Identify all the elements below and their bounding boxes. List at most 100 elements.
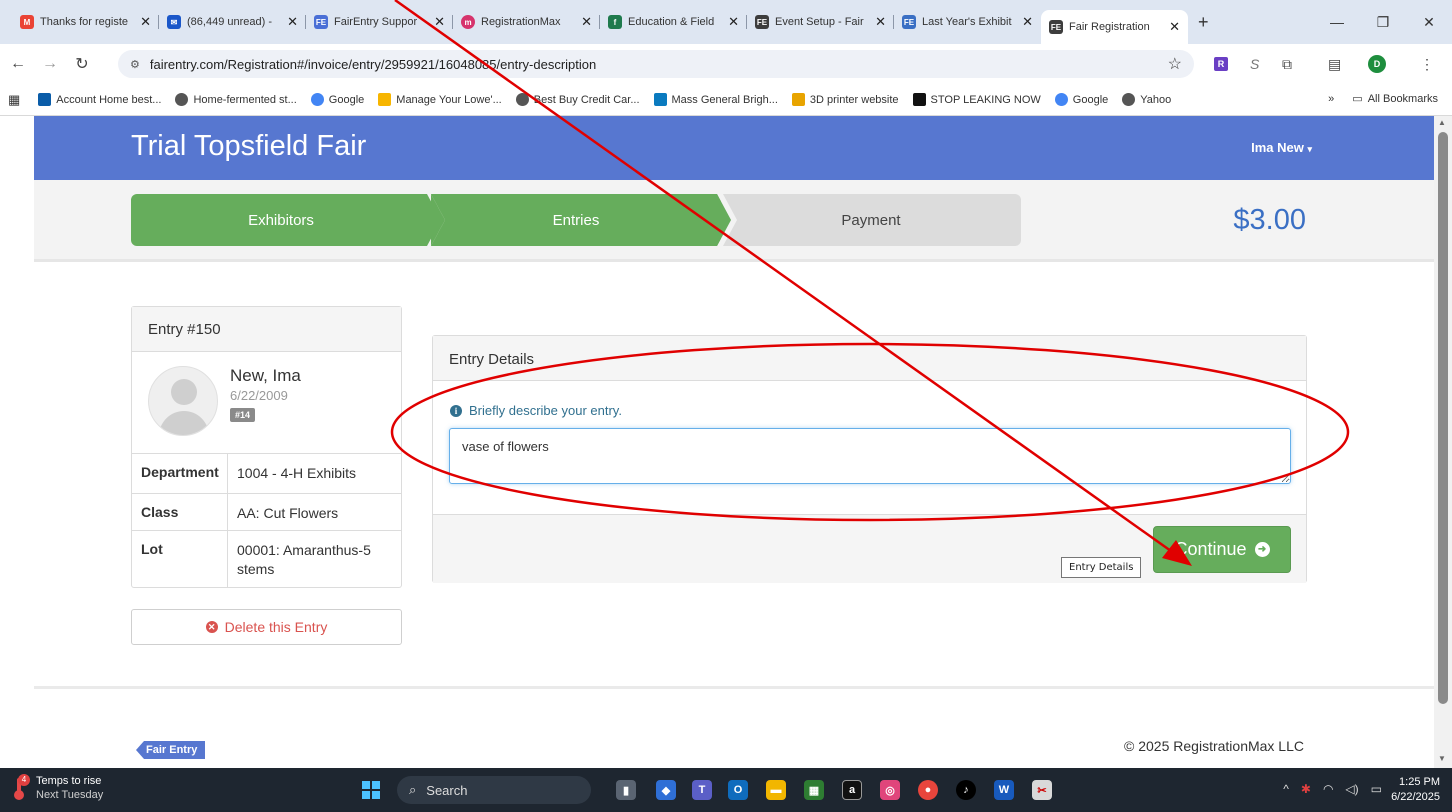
close-icon[interactable]: ✕ — [728, 14, 739, 30]
url-text: fairentry.com/Registration#/invoice/entr… — [149, 56, 597, 72]
extension-s-icon[interactable]: S — [1250, 54, 1259, 74]
amazon-icon[interactable]: a — [842, 780, 862, 800]
store-icon[interactable]: ▦ — [804, 780, 824, 800]
outlook-icon[interactable]: O — [728, 780, 748, 800]
detail-row: Department 1004 - 4-H Exhibits — [132, 454, 401, 494]
teams-icon[interactable]: T — [692, 780, 712, 800]
bookmark-item[interactable]: STOP LEAKING NOW — [912, 93, 1041, 106]
photos-icon[interactable]: ◎ — [880, 780, 900, 800]
description-hint: i Briefly describe your entry. — [450, 403, 622, 418]
browser-tab[interactable]: ✉ (86,449 unread) - ✕ — [159, 7, 306, 37]
page-viewport: Trial Topsfield Fair Ima New ▾ Exhibitor… — [34, 116, 1434, 768]
word-icon[interactable]: W — [994, 780, 1014, 800]
bookmark-item[interactable]: Manage Your Lowe'... — [378, 93, 502, 106]
file-explorer-icon[interactable]: ▬ — [766, 780, 786, 800]
remove-circle-icon: ✕ — [205, 621, 218, 633]
task-view-icon[interactable]: ▮ — [616, 780, 636, 800]
windows-taskbar: 4 Temps to rise Next Tuesday ⌕ Search ▮ ◆ … — [0, 768, 1452, 812]
bookmark-item[interactable]: Home-fermented st... — [175, 93, 297, 106]
site-info-icon[interactable]: ⚙ — [130, 58, 140, 71]
bookmark-item[interactable]: 3D printer website — [791, 93, 899, 106]
bookmark-item[interactable]: Yahoo — [1122, 93, 1171, 106]
wifi-icon[interactable]: ◠ — [1323, 782, 1333, 796]
page-scrollbar[interactable]: ▲ ▼ — [1434, 116, 1452, 768]
new-tab-button[interactable]: + — [1198, 12, 1209, 33]
user-menu[interactable]: Ima New ▾ — [1251, 140, 1312, 155]
taskbar-clock[interactable]: 1:25 PM 6/22/2025 — [1391, 775, 1440, 805]
browser-tab-active[interactable]: FE Fair Registration ✕ — [1041, 10, 1188, 44]
fairentry-logo[interactable]: Fair Entry — [136, 740, 206, 760]
delete-entry-button[interactable]: ✕ Delete this Entry — [131, 609, 402, 645]
scroll-down-icon[interactable]: ▼ — [1438, 754, 1446, 763]
side-panel-icon[interactable]: ▤ — [1328, 54, 1341, 74]
taskbar-search[interactable]: ⌕ Search — [397, 776, 591, 804]
chrome-icon[interactable]: ● — [918, 780, 938, 800]
back-icon[interactable]: ← — [4, 55, 32, 73]
detail-label: Class — [132, 494, 228, 530]
continue-button[interactable]: Continue ➜ — [1153, 526, 1291, 573]
globe-icon — [1122, 93, 1136, 106]
browser-tab[interactable]: FE Event Setup - Fair ✕ — [747, 7, 894, 37]
app-tray-icon[interactable]: ✱ — [1301, 782, 1311, 796]
close-icon[interactable]: ✕ — [434, 14, 445, 30]
bookmark-item[interactable]: Account Home best... — [38, 93, 161, 106]
detail-label: Department — [132, 454, 228, 493]
volume-icon[interactable]: ◁) — [1345, 782, 1358, 796]
bookmark-star-icon[interactable]: ☆ — [1168, 54, 1182, 74]
browser-tab[interactable]: m RegistrationMax ✕ — [453, 7, 600, 37]
entry-number: Entry #150 — [132, 307, 401, 352]
extensions-puzzle-icon[interactable]: ⧉ — [1282, 54, 1292, 74]
panel-title: Entry Details — [433, 336, 1306, 381]
extension-icon[interactable]: R — [1214, 54, 1228, 74]
minimize-icon[interactable]: — — [1314, 14, 1360, 30]
close-icon[interactable]: ✕ — [140, 14, 151, 30]
url-bar[interactable]: ⚙ fairentry.com/Registration#/invoice/en… — [118, 50, 1194, 78]
browser-tab[interactable]: FE FairEntry Suppor ✕ — [306, 7, 453, 37]
close-icon[interactable]: ✕ — [287, 14, 298, 30]
all-bookmarks-link[interactable]: All Bookmarks — [1368, 93, 1438, 105]
snipping-tool-icon[interactable]: ✂ — [1032, 780, 1052, 800]
bookmark-item[interactable]: Google — [310, 93, 364, 106]
caret-down-icon: ▾ — [1307, 144, 1312, 154]
windows-start-icon[interactable] — [362, 781, 380, 799]
tooltip: Entry Details — [1061, 557, 1142, 578]
scroll-up-icon[interactable]: ▲ — [1438, 118, 1446, 127]
lowes-icon — [378, 93, 392, 106]
bookmark-item[interactable]: Best Buy Credit Car... — [515, 93, 640, 106]
bookmark-item[interactable]: Google — [1054, 93, 1108, 106]
browser-menu-icon[interactable]: ⋮ — [1420, 54, 1434, 74]
weather-widget[interactable]: 4 Temps to rise Next Tuesday — [10, 774, 103, 802]
browser-tab[interactable]: f Education & Field ✕ — [600, 7, 747, 37]
battery-icon[interactable]: ▭ — [1371, 782, 1382, 796]
browser-tab-strip: M Thanks for registe ✕ ✉ (86,449 unread) - ✕… — [0, 0, 1452, 44]
entry-description-input[interactable] — [449, 428, 1291, 484]
tiktok-icon[interactable]: ♪ — [956, 780, 976, 800]
browser-tab[interactable]: FE Last Year's Exhibit ✕ — [894, 7, 1041, 37]
chevron-up-icon[interactable]: ^ — [1283, 782, 1289, 796]
panel-footer: Entry Details Continue ➜ — [433, 514, 1306, 583]
hospital-icon — [653, 93, 667, 106]
exhibitor-dob: 6/22/2009 — [230, 388, 288, 403]
more-bookmarks-icon[interactable]: » — [1328, 93, 1334, 105]
close-window-icon[interactable]: ✕ — [1406, 14, 1452, 31]
reload-icon[interactable]: ↻ — [68, 54, 96, 74]
tab-title: RegistrationMax — [481, 16, 561, 28]
close-icon[interactable]: ✕ — [875, 14, 886, 30]
bookmark-item[interactable]: Mass General Brigh... — [653, 93, 778, 106]
close-icon[interactable]: ✕ — [1022, 14, 1033, 30]
browser-tab[interactable]: M Thanks for registe ✕ — [12, 7, 159, 37]
globe-icon — [515, 93, 529, 106]
google-icon — [310, 93, 324, 106]
app-navbar: Trial Topsfield Fair Ima New ▾ — [34, 116, 1434, 180]
copilot-icon[interactable]: ◆ — [656, 780, 676, 800]
citi-icon — [38, 93, 52, 106]
close-icon[interactable]: ✕ — [581, 14, 592, 30]
forward-icon[interactable]: → — [36, 55, 64, 73]
app-brand[interactable]: Trial Topsfield Fair — [131, 130, 366, 163]
close-icon[interactable]: ✕ — [1169, 19, 1180, 35]
profile-avatar[interactable]: D — [1368, 54, 1386, 74]
apps-icon[interactable]: ▦ — [8, 92, 20, 108]
scrollbar-thumb[interactable] — [1438, 132, 1448, 704]
globe-icon — [175, 93, 189, 106]
restore-icon[interactable]: ❐ — [1360, 14, 1406, 31]
